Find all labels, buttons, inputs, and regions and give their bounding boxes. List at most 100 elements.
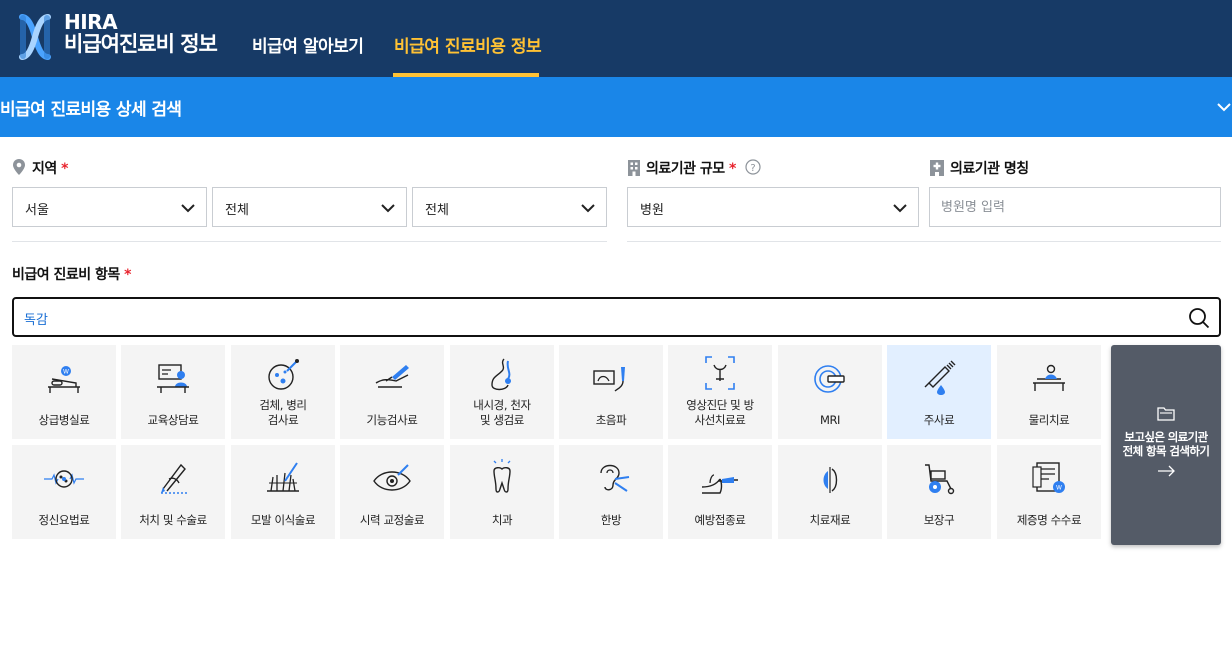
name-label: 의료기관 명칭 <box>950 161 1029 177</box>
building-icon <box>628 160 640 176</box>
hospital-name-input[interactable] <box>929 187 1221 227</box>
search-all-line2: 전체 항목 검색하기 <box>1122 444 1210 458</box>
hair-icon <box>267 462 299 492</box>
svg-text:W: W <box>63 369 69 376</box>
region-select-district[interactable]: 전체 <box>212 187 407 227</box>
required-mark: * <box>61 161 68 177</box>
ultrasound-icon <box>593 367 625 392</box>
surgery-icon <box>161 463 189 494</box>
hira-logo-icon[interactable] <box>18 14 52 60</box>
category-imaging[interactable]: 영상진단 및 방사선치료료 <box>668 345 772 439</box>
search-icon[interactable] <box>1188 307 1210 329</box>
svg-text:W: W <box>1056 485 1062 492</box>
search-all-line1: 보고싶은 의료기관 <box>1124 430 1208 444</box>
counseling-icon <box>157 364 189 393</box>
search-all-items-button[interactable]: 보고싶은 의료기관 전체 항목 검색하기 <box>1111 345 1221 545</box>
scale-value: 병원 <box>640 203 664 218</box>
category-vaccination[interactable]: 예방접종료 <box>668 445 772 539</box>
syringe-icon <box>924 360 956 395</box>
tooth-icon <box>493 459 511 493</box>
search-all-items-label: 보고싶은 의료기관 전체 항목 검색하기 <box>1111 430 1221 458</box>
physio-icon <box>1033 364 1065 391</box>
detail-search-banner[interactable]: 비급여 진료비용 상세 검색 <box>0 77 1232 137</box>
acupuncture-icon <box>600 464 630 492</box>
chevron-down-icon <box>181 204 195 213</box>
category-label: 치료재료 <box>809 513 851 527</box>
brand-line2: 비급여진료비 정보 <box>64 32 218 56</box>
category-ultrasound[interactable]: 초음파 <box>559 345 663 439</box>
category-counseling[interactable]: 교육상담료 <box>121 345 225 439</box>
category-label: 내시경, 천자 및 생검료 <box>473 398 531 427</box>
svg-text:?: ? <box>750 163 755 174</box>
category-label: 교육상담료 <box>147 413 199 427</box>
item-search-input[interactable] <box>24 308 1164 328</box>
region-select-town[interactable]: 전체 <box>412 187 607 227</box>
category-label: MRI <box>819 413 841 427</box>
certificate-icon: W <box>1032 462 1065 493</box>
category-function-test[interactable]: 기능검사료 <box>340 345 444 439</box>
brain-icon <box>44 470 84 488</box>
vaccine-icon <box>701 474 738 494</box>
category-label: 예방접종료 <box>694 513 746 527</box>
specimen-icon <box>268 359 299 390</box>
category-label: 보장구 <box>923 513 955 527</box>
banner-title: 비급여 진료비용 상세 검색 <box>0 100 182 120</box>
category-oriental-medicine[interactable]: 한방 <box>559 445 663 539</box>
item-search-box[interactable] <box>12 297 1221 337</box>
nav-item-cost-info[interactable]: 비급여 진료비용 정보 <box>394 32 542 57</box>
category-label: 기능검사료 <box>366 413 418 427</box>
category-label: 제증명 수수료 <box>1016 513 1082 527</box>
category-label: 상급병실료 <box>38 413 90 427</box>
category-physio[interactable]: 물리치료 <box>997 345 1101 439</box>
category-dental[interactable]: 치과 <box>450 445 554 539</box>
nav-item-about[interactable]: 비급여 알아보기 <box>252 32 364 57</box>
divider <box>12 241 607 242</box>
eye-icon <box>373 464 411 491</box>
required-mark: * <box>124 267 131 283</box>
endoscope-icon <box>491 358 511 391</box>
chevron-down-icon <box>581 204 595 213</box>
material-icon <box>823 467 838 493</box>
category-mri[interactable]: MRI <box>778 345 882 439</box>
function-test-icon <box>375 365 409 388</box>
brand-line1: HIRA <box>64 10 118 34</box>
divider <box>627 241 1221 242</box>
category-materials[interactable]: 치료재료 <box>778 445 882 539</box>
chevron-down-icon[interactable] <box>1216 99 1232 115</box>
required-mark: * <box>729 161 736 177</box>
mri-icon <box>814 365 845 393</box>
scale-label: 의료기관 규모 * <box>646 158 736 178</box>
category-label: 한방 <box>600 513 622 527</box>
wheelchair-icon <box>925 464 955 495</box>
arrow-right-icon <box>1158 465 1175 477</box>
category-label: 처치 및 수술료 <box>139 513 207 527</box>
item-label-text: 비급여 진료비 항목 <box>12 267 120 283</box>
category-label: 모발 이식술료 <box>250 513 316 527</box>
region-select-city[interactable]: 서울 <box>12 187 207 227</box>
scale-label-text: 의료기관 규모 <box>646 161 725 177</box>
category-label: 검체, 병리 검사료 <box>259 398 307 427</box>
category-assistive-device[interactable]: 보장구 <box>887 445 991 539</box>
category-label: 물리치료 <box>1028 413 1070 427</box>
xray-icon <box>705 356 735 390</box>
category-certificate[interactable]: W 제증명 수수료 <box>997 445 1101 539</box>
category-label: 정신요법료 <box>38 513 90 527</box>
category-label: 시력 교정술료 <box>359 513 425 527</box>
scale-select[interactable]: 병원 <box>627 187 919 227</box>
item-label: 비급여 진료비 항목 * <box>12 264 131 284</box>
category-specimen[interactable]: 검체, 병리 검사료 <box>231 345 335 439</box>
category-surgery[interactable]: 처치 및 수술료 <box>121 445 225 539</box>
category-psychotherapy[interactable]: 정신요법료 <box>12 445 116 539</box>
category-label: 치과 <box>491 513 513 527</box>
category-label: 초음파 <box>595 413 627 427</box>
brand-title[interactable]: HIRA 비급여진료비 정보 <box>64 10 218 56</box>
top-header: HIRA 비급여진료비 정보 비급여 알아보기 비급여 진료비용 정보 <box>0 0 1232 77</box>
category-endoscope[interactable]: 내시경, 천자 및 생검료 <box>450 345 554 439</box>
category-hair-transplant[interactable]: 모발 이식술료 <box>231 445 335 539</box>
category-injection[interactable]: 주사료 <box>887 345 991 439</box>
category-hospital-room[interactable]: W 상급병실료 <box>12 345 116 439</box>
region-label: 지역 * <box>32 158 68 178</box>
help-icon[interactable]: ? <box>745 159 761 175</box>
region-city-value: 서울 <box>25 203 49 218</box>
category-vision-correction[interactable]: 시력 교정술료 <box>340 445 444 539</box>
